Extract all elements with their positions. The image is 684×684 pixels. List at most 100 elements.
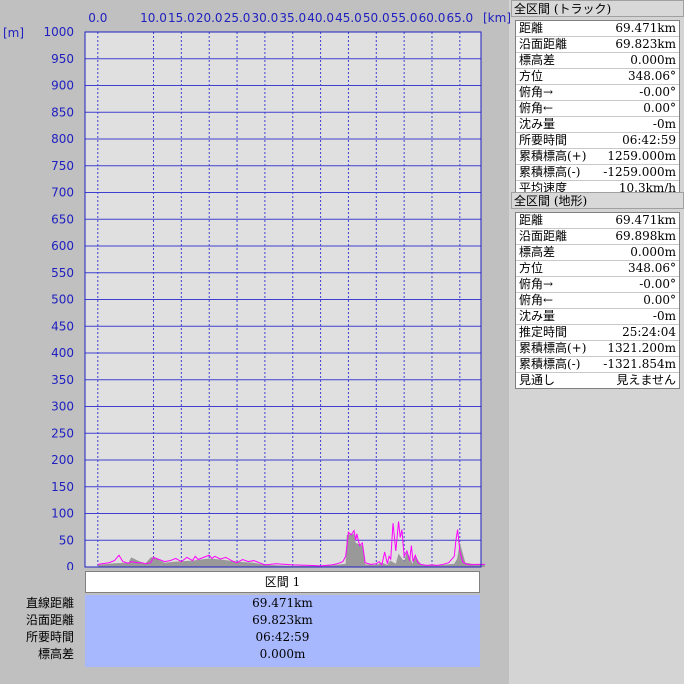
stat-value: 69.823km <box>615 37 676 51</box>
stat-key: 累積標高(-) <box>519 165 581 179</box>
stat-value: 1259.000m <box>607 149 676 163</box>
y-tick-label: 100 <box>51 507 74 521</box>
x-tick-label: 30.0 <box>252 11 279 25</box>
stat-value: 0.000m <box>630 53 676 67</box>
section-header[interactable]: 区間 1 <box>85 571 480 593</box>
summary-value-elevation-diff: 0.000m <box>259 647 306 661</box>
stat-value: 0.000m <box>630 245 676 259</box>
stat-value: 1321.200m <box>607 341 676 355</box>
stat-row: 俯角→ -0.00° <box>516 277 679 293</box>
stat-value: -0m <box>652 117 676 131</box>
y-tick-label: 200 <box>51 453 74 467</box>
summary-value-required-time: 06:42:59 <box>255 630 310 644</box>
terrain-stats-table: 距離 69.471km 沿面距離 69.898km 標高差 0.000m 方位 348.… <box>515 212 680 389</box>
y-tick-label: 150 <box>51 480 74 494</box>
stat-row: 俯角← 0.00° <box>516 293 679 309</box>
stat-key: 俯角→ <box>519 277 554 291</box>
stat-key: 俯角← <box>519 293 554 307</box>
y-tick-label: 400 <box>51 346 74 360</box>
summary-label-surface-distance: 沿面距離 <box>25 613 74 627</box>
stat-key: 累積標高(+) <box>519 149 587 163</box>
stat-key: 見通し <box>519 373 556 387</box>
stat-value: -0.00° <box>639 277 676 291</box>
stat-value: -1321.854m <box>603 357 676 371</box>
stat-key: 方位 <box>519 69 544 83</box>
stat-row: 沈み量 -0m <box>516 117 679 133</box>
stat-key: 累積標高(+) <box>519 341 587 355</box>
x-tick-label: 40.0 <box>307 11 334 25</box>
y-tick-label: 50 <box>59 533 74 547</box>
stat-key: 標高差 <box>519 245 556 259</box>
stat-value: 0.00° <box>643 101 676 115</box>
x-tick-label: 15.0 <box>168 11 195 25</box>
x-tick-label: 60.0 <box>419 11 446 25</box>
stat-key: 沈み量 <box>519 117 556 131</box>
x-tick-label: 35.0 <box>279 11 306 25</box>
terrain-stats-title[interactable]: 全区間 (地形) <box>511 192 684 209</box>
stat-value: -0.00° <box>639 85 676 99</box>
stat-value: 69.898km <box>615 229 676 243</box>
y-tick-label: 550 <box>51 266 74 280</box>
stat-value: 69.471km <box>615 21 676 35</box>
y-tick-label: 600 <box>51 239 74 253</box>
stat-key: 推定時間 <box>519 325 568 339</box>
stat-key: 方位 <box>519 261 544 275</box>
stat-key: 沈み量 <box>519 309 556 323</box>
x-tick-label: 0.0 <box>88 11 107 25</box>
y-tick-label: 950 <box>51 52 74 66</box>
terrain-stats-panel: 全区間 (地形) 距離 69.471km 沿面距離 69.898km 標高差 0.00… <box>511 192 684 389</box>
stat-row: 累積標高(-) -1259.000m <box>516 165 679 181</box>
stat-row: 方位 348.06° <box>516 69 679 85</box>
stat-key: 俯角← <box>519 101 554 115</box>
stat-row: 俯角← 0.00° <box>516 101 679 117</box>
stat-key: 距離 <box>519 213 544 227</box>
y-tick-label: 900 <box>51 79 74 93</box>
elevation-profile-chart[interactable]: 0 50 100 150 200 250 300 350 400 450 500 550 600 650 7… <box>0 0 510 570</box>
stat-row: 沈み量 -0m <box>516 309 679 325</box>
x-unit-label: [km] <box>483 11 510 25</box>
summary-values: 69.471km 69.823km 06:42:59 0.000m <box>85 595 480 667</box>
stat-value: 06:42:59 <box>622 133 676 147</box>
y-tick-label: 250 <box>51 426 74 440</box>
stat-row: 推定時間 25:24:04 <box>516 325 679 341</box>
track-stats-table: 距離 69.471km 沿面距離 69.823km 標高差 0.000m 方位 348.… <box>515 20 680 197</box>
summary-value-straight-distance: 69.471km <box>252 596 313 610</box>
x-tick-label: 50.0 <box>363 11 390 25</box>
stat-key: 所要時間 <box>519 133 568 147</box>
stat-value: 348.06° <box>628 261 676 275</box>
y-tick-label: 500 <box>51 293 74 307</box>
stat-row: 方位 348.06° <box>516 261 679 277</box>
summary-value-surface-distance: 69.823km <box>252 613 313 627</box>
summary-labels: 直線距離 沿面距離 所要時間 標高差 <box>0 595 80 663</box>
y-tick-label: 450 <box>51 319 74 333</box>
y-tick-label: 350 <box>51 373 74 387</box>
stat-row: 標高差 0.000m <box>516 245 679 261</box>
stat-row: 距離 69.471km <box>516 213 679 229</box>
x-tick-label: 10.0 <box>140 11 167 25</box>
stat-key: 沿面距離 <box>519 37 568 51</box>
track-stats-panel: 全区間 (トラック) 距離 69.471km 沿面距離 69.823km 標高差 0.… <box>511 0 684 197</box>
summary-label-required-time: 所要時間 <box>25 630 74 644</box>
stat-value: 25:24:04 <box>622 325 676 339</box>
stat-row: 距離 69.471km <box>516 21 679 37</box>
summary-label-straight-distance: 直線距離 <box>25 596 74 610</box>
stat-value: 348.06° <box>628 69 676 83</box>
stat-key: 累積標高(-) <box>519 357 581 371</box>
x-tick-label: 55.0 <box>391 11 418 25</box>
stat-row: 累積標高(+) 1259.000m <box>516 149 679 165</box>
stat-row: 俯角→ -0.00° <box>516 85 679 101</box>
y-tick-label: 0 <box>66 560 74 570</box>
stat-key: 俯角→ <box>519 85 554 99</box>
stat-row: 所要時間 06:42:59 <box>516 133 679 149</box>
stat-row: 見通し 見えません <box>516 373 679 388</box>
y-unit-label: [m] <box>3 26 24 40</box>
stat-value: 見えません <box>616 373 676 387</box>
x-tick-label: 45.0 <box>335 11 362 25</box>
track-stats-title[interactable]: 全区間 (トラック) <box>511 0 684 17</box>
stat-key: 標高差 <box>519 53 556 67</box>
stat-value: -0m <box>652 309 676 323</box>
y-tick-label: 700 <box>51 186 74 200</box>
x-tick-label: 65.0 <box>446 11 473 25</box>
stat-key: 沿面距離 <box>519 229 568 243</box>
y-tick-label: 750 <box>51 159 74 173</box>
